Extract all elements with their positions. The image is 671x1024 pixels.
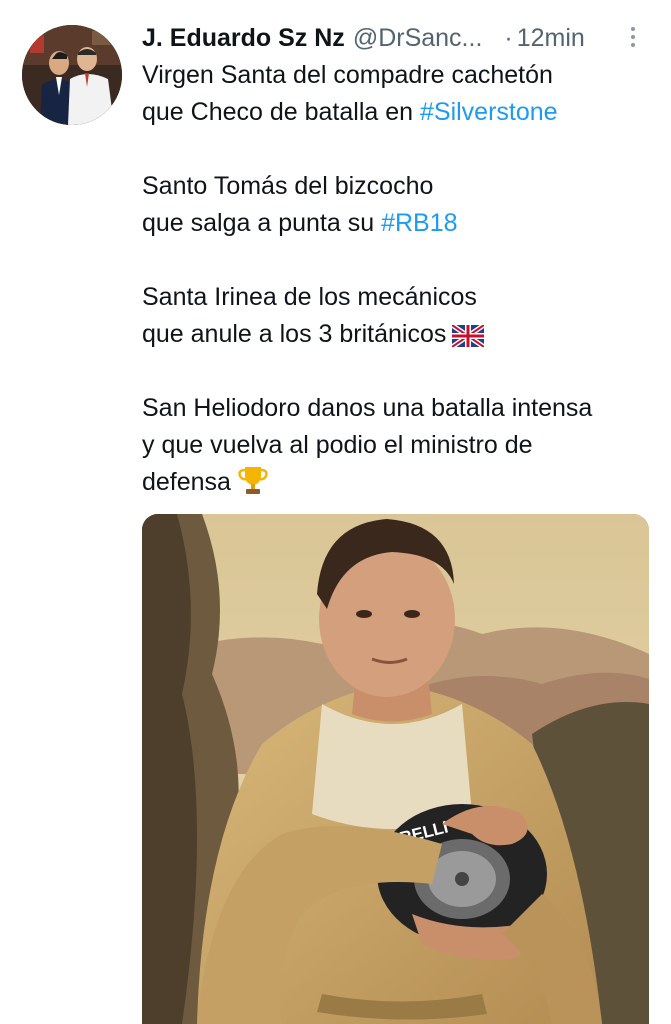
text-line: que anule a los 3 británicos <box>142 316 657 353</box>
tweet-media-image[interactable]: IRELLI <box>142 514 649 1024</box>
text-line: San Heliodoro danos una batalla intensa <box>142 394 593 422</box>
display-name[interactable]: J. Eduardo Sz Nz <box>142 24 345 53</box>
tweet-header: J. Eduardo Sz Nz @DrSanc... · 12min <box>142 20 652 56</box>
avatar[interactable] <box>22 25 122 125</box>
timestamp[interactable]: 12min <box>517 24 585 53</box>
hashtag-link[interactable]: #RB18 <box>381 209 457 237</box>
hashtag-link[interactable]: #Silverstone <box>420 98 558 126</box>
text-line: defensa <box>142 464 657 501</box>
uk-flag-icon <box>450 321 486 358</box>
tweet-text: Virgen Santa del compadre cachetón que C… <box>142 57 657 501</box>
trophy-icon <box>237 465 269 506</box>
more-dots-icon[interactable] <box>623 22 643 52</box>
text-line: Virgen Santa del compadre cachetón <box>142 61 553 89</box>
text-line: que Checo de batalla en #Silverstone <box>142 98 558 126</box>
tweet[interactable]: J. Eduardo Sz Nz @DrSanc... · 12min Virg… <box>0 0 671 1024</box>
text-line: Santo Tomás del bizcocho <box>142 172 434 200</box>
text-line: que salga a punta su #RB18 <box>142 209 458 237</box>
text-line: Santa Irinea de los mecánicos <box>142 283 477 311</box>
separator: · <box>504 23 513 52</box>
user-handle[interactable]: @DrSanc... <box>353 24 483 53</box>
text-line: y que vuelva al podio el ministro de <box>142 431 533 459</box>
